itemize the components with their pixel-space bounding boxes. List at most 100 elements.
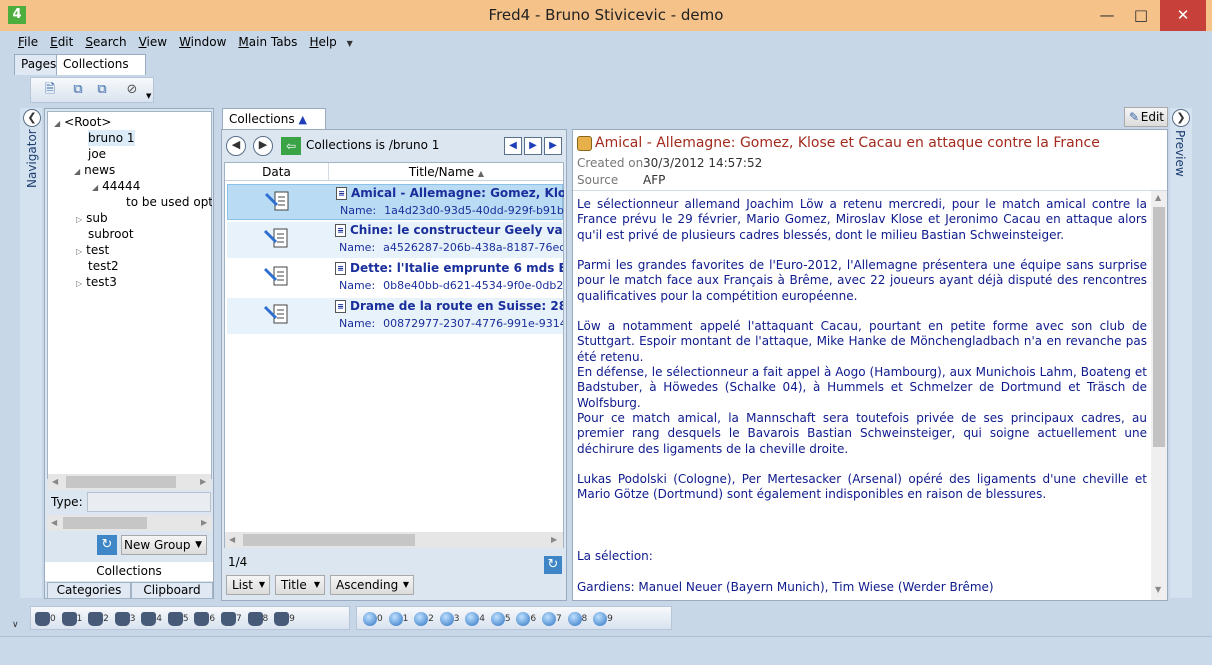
collapsed-icon[interactable]: ▷ — [76, 279, 82, 288]
binoculars-icon[interactable]: 0 — [35, 610, 56, 628]
navigator-label[interactable]: Navigator — [25, 128, 39, 188]
tree-node-test2[interactable]: test2 — [88, 258, 119, 274]
sort-order-dropdown[interactable]: Ascending ▼ — [330, 575, 414, 595]
tree-node-test3[interactable]: ▷ test3 — [76, 274, 117, 292]
close-button[interactable]: ✕ — [1160, 0, 1206, 31]
preview-label[interactable]: Preview — [1173, 130, 1187, 180]
article-paragraph: Pour ce match amical, la Mannschaft sera… — [577, 411, 1147, 456]
copy-up-icon[interactable]: ⧉ — [69, 81, 87, 99]
tree-node-to-be-used[interactable]: to be used optic — [126, 194, 212, 210]
edit-label: Edit — [1140, 110, 1164, 124]
sort-field-dropdown[interactable]: Title ▼ — [275, 575, 325, 595]
refresh-icon[interactable]: ↻ — [97, 535, 117, 555]
view-mode-dropdown[interactable]: List ▼ — [226, 575, 270, 595]
document-icon: ≡ — [335, 300, 346, 313]
up-folder-icon[interactable]: ⇦ — [281, 137, 301, 155]
list-item[interactable]: ≡Drame de la route en Suisse: 28 morts N… — [227, 298, 563, 334]
menu-window[interactable]: Window — [173, 32, 232, 52]
nav-tab-clipboard[interactable]: Clipboard — [131, 582, 213, 599]
collapsed-icon[interactable]: ▷ — [76, 215, 82, 224]
tree-hscrollbar[interactable]: ◀ ▶ — [48, 474, 211, 490]
expanded-icon[interactable]: ◢ — [54, 119, 60, 128]
binoculars-icon[interactable]: 4 — [141, 610, 162, 628]
globe-icon[interactable]: 9 — [593, 610, 613, 628]
binoculars-icon[interactable]: 8 — [247, 610, 268, 628]
menu-help[interactable]: Help — [303, 32, 342, 52]
chevron-down-icon[interactable]: ∨ — [12, 620, 19, 630]
edit-document-icon — [263, 304, 288, 324]
list-item[interactable]: ≡Amical - Allemagne: Gomez, Klose et Nam… — [227, 184, 564, 220]
forward-icon[interactable]: ▶ — [253, 136, 273, 156]
menu-search[interactable]: Search — [79, 32, 132, 52]
binoculars-icon[interactable]: 5 — [167, 610, 189, 628]
scroll-thumb[interactable] — [1153, 207, 1165, 447]
menu-file[interactable]: File — [12, 32, 44, 52]
binoculars-icon[interactable]: 6 — [194, 610, 215, 628]
globe-icon[interactable]: 6 — [516, 610, 536, 628]
binoculars-icon[interactable]: 3 — [114, 610, 135, 628]
scroll-thumb[interactable] — [66, 476, 176, 488]
minimize-button[interactable]: — — [1090, 0, 1124, 31]
item-count: 1/4 — [228, 555, 248, 569]
globe-icon[interactable]: 8 — [567, 610, 587, 628]
binoculars-icon[interactable]: 1 — [61, 610, 82, 628]
article-panel: Amical - Allemagne: Gomez, Klose et Caca… — [572, 129, 1168, 601]
tree-node-bruno-1[interactable]: bruno 1 — [88, 130, 135, 146]
refresh-icon[interactable]: ↻ — [544, 556, 562, 574]
article-body: Le sélectionneur allemand Joachim Löw a … — [573, 191, 1151, 600]
column-title[interactable]: Title/Name ▲ — [330, 163, 563, 181]
type-hscrollbar[interactable]: ◀ ▶ — [47, 515, 212, 531]
next-page-icon[interactable]: ▶ — [524, 137, 542, 155]
tree-node-joe[interactable]: joe — [88, 146, 106, 162]
scroll-thumb[interactable] — [63, 517, 147, 529]
globe-icon[interactable]: 3 — [439, 610, 459, 628]
binoculars-icon[interactable]: 7 — [220, 610, 242, 628]
tab-collections[interactable]: Collections × — [56, 54, 146, 90]
globe-icon[interactable]: 0 — [363, 610, 383, 628]
list-item[interactable]: ≡ Chine: le constructeur Geely va faire a… — [227, 222, 563, 258]
scroll-thumb[interactable] — [243, 534, 415, 546]
edit-icon: ✎ — [1129, 110, 1140, 124]
globe-icon[interactable]: 4 — [465, 610, 485, 628]
menu-overflow-icon[interactable]: ▼ — [347, 39, 353, 48]
column-data[interactable]: Data — [225, 163, 329, 181]
expanded-icon[interactable]: ◢ — [92, 183, 98, 192]
globe-icon[interactable]: 7 — [541, 610, 562, 628]
edit-button[interactable]: ✎ Edit — [1124, 107, 1168, 127]
collapse-left-icon[interactable]: ❮ — [23, 109, 41, 127]
article-vscrollbar[interactable]: ▲ ▼ — [1151, 191, 1167, 600]
copy-down-icon[interactable]: ⧉ — [93, 81, 111, 99]
binoculars-icon[interactable]: 9 — [274, 610, 295, 628]
globe-icon[interactable]: 5 — [490, 610, 511, 628]
compass-icon[interactable]: ⊘ — [123, 81, 141, 99]
back-icon[interactable]: ◀ — [226, 136, 246, 156]
toolbar-overflow-icon[interactable]: ▼ — [146, 92, 151, 100]
source-value: AFP — [643, 173, 666, 187]
article-paragraph: Le sélectionneur allemand Joachim Löw a … — [577, 197, 1147, 242]
edit-document-icon — [264, 191, 289, 211]
last-page-icon[interactable]: ▶ — [544, 137, 562, 155]
binoculars-icon[interactable]: 2 — [88, 610, 109, 628]
expanded-icon[interactable]: ◢ — [74, 167, 80, 176]
globe-icon[interactable]: 1 — [388, 610, 408, 628]
list-hscrollbar[interactable]: ◀ ▶ — [225, 532, 563, 548]
nav-tab-categories[interactable]: Categories — [47, 582, 131, 599]
new-group-dropdown[interactable]: New Group ▼ — [121, 535, 207, 555]
navigator-panel: ◢ <Root> bruno 1 joe ◢ news ◢ 44444 to be u… — [44, 108, 214, 599]
tree-node-subroot[interactable]: subroot — [88, 226, 134, 242]
globe-icon[interactable]: 2 — [414, 610, 434, 628]
new-document-icon[interactable]: 🗎 — [41, 81, 59, 99]
collapse-right-icon[interactable]: ❯ — [1172, 109, 1190, 127]
menu-edit[interactable]: Edit — [44, 32, 79, 52]
nav-tab-collections[interactable]: Collections — [45, 562, 213, 581]
list-item[interactable]: ≡Dette: l'Italie emprunte 6 mds EUR à Na… — [227, 260, 563, 296]
maximize-button[interactable]: □ — [1124, 0, 1158, 31]
type-field[interactable] — [87, 492, 211, 512]
menu-main-tabs[interactable]: Main Tabs — [232, 32, 303, 52]
tab-collections-inner[interactable]: Collections ▲ × — [222, 108, 326, 147]
collapsed-icon[interactable]: ▷ — [76, 247, 82, 256]
first-page-icon[interactable]: ◀ — [504, 137, 522, 155]
warning-triangle-icon: ▲ — [298, 113, 307, 126]
globe-toolbar: 0 1 2 3 4 5 6 7 8 9 — [356, 606, 672, 630]
menu-view[interactable]: View — [133, 32, 173, 52]
